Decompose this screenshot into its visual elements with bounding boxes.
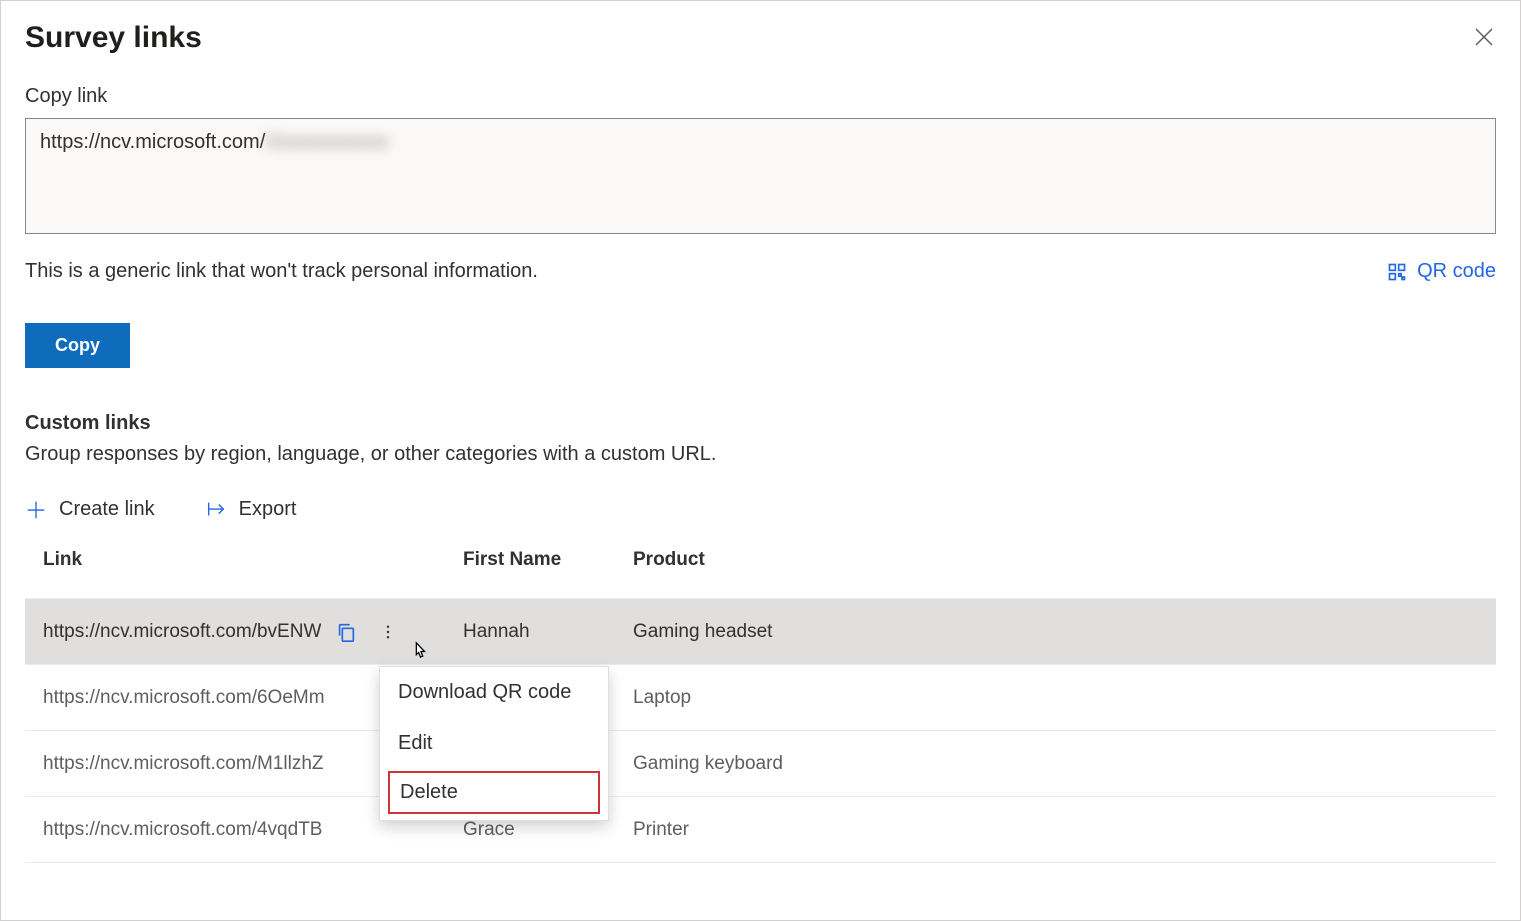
qr-icon (1387, 262, 1407, 282)
qr-code-label: QR code (1417, 260, 1496, 283)
custom-links-table: Link First Name Product https://ncv.micr… (25, 549, 1496, 863)
plus-icon (25, 499, 47, 521)
custom-links-description: Group responses by region, language, or … (25, 443, 1496, 466)
custom-links-title: Custom links (25, 412, 1496, 435)
survey-link-prefix: https://ncv.microsoft.com/ (40, 131, 265, 153)
row-product: Laptop (633, 687, 1478, 709)
col-link: Link (43, 549, 463, 571)
export-icon (205, 499, 227, 521)
menu-delete[interactable]: Delete (388, 771, 600, 814)
export-label: Export (239, 498, 297, 521)
create-link-button[interactable]: Create link (25, 498, 155, 521)
qr-code-button[interactable]: QR code (1387, 260, 1496, 283)
table-row[interactable]: https://ncv.microsoft.com/M1llzhZ Gaming… (25, 731, 1496, 797)
panel-title: Survey links (25, 21, 202, 55)
row-link: https://ncv.microsoft.com/6OeMm (43, 687, 325, 709)
table-row[interactable]: https://ncv.microsoft.com/4vqdTB Grace P… (25, 797, 1496, 863)
copy-button[interactable]: Copy (25, 323, 130, 368)
create-link-label: Create link (59, 498, 155, 521)
close-icon[interactable] (1472, 25, 1496, 49)
row-link: https://ncv.microsoft.com/4vqdTB (43, 819, 322, 841)
row-product: Gaming headset (633, 621, 1478, 643)
context-menu: Download QR code Edit Delete (379, 666, 609, 821)
col-firstname: First Name (463, 549, 633, 571)
survey-link-input[interactable]: https://ncv.microsoft.com/Xxxxxxxxxxxx (25, 118, 1496, 234)
table-row[interactable]: https://ncv.microsoft.com/6OeMm Laptop (25, 665, 1496, 731)
table-row[interactable]: https://ncv.microsoft.com/bvENW Hannah G… (25, 599, 1496, 665)
row-link: https://ncv.microsoft.com/bvENW (43, 621, 321, 643)
row-firstname: Grace (463, 819, 633, 841)
more-icon[interactable] (379, 623, 397, 641)
row-link: https://ncv.microsoft.com/M1llzhZ (43, 753, 324, 775)
copy-link-description: This is a generic link that won't track … (25, 260, 538, 283)
menu-edit[interactable]: Edit (380, 718, 608, 769)
row-firstname: Hannah (463, 621, 633, 643)
col-product: Product (633, 549, 1478, 571)
row-product: Gaming keyboard (633, 753, 1478, 775)
copy-icon[interactable] (335, 621, 357, 643)
export-button[interactable]: Export (205, 498, 297, 521)
survey-link-token: Xxxxxxxxxxxx (265, 131, 388, 153)
copy-link-label: Copy link (25, 85, 1496, 108)
table-header: Link First Name Product (25, 549, 1496, 599)
row-product: Printer (633, 819, 1478, 841)
menu-download-qr[interactable]: Download QR code (380, 667, 608, 718)
